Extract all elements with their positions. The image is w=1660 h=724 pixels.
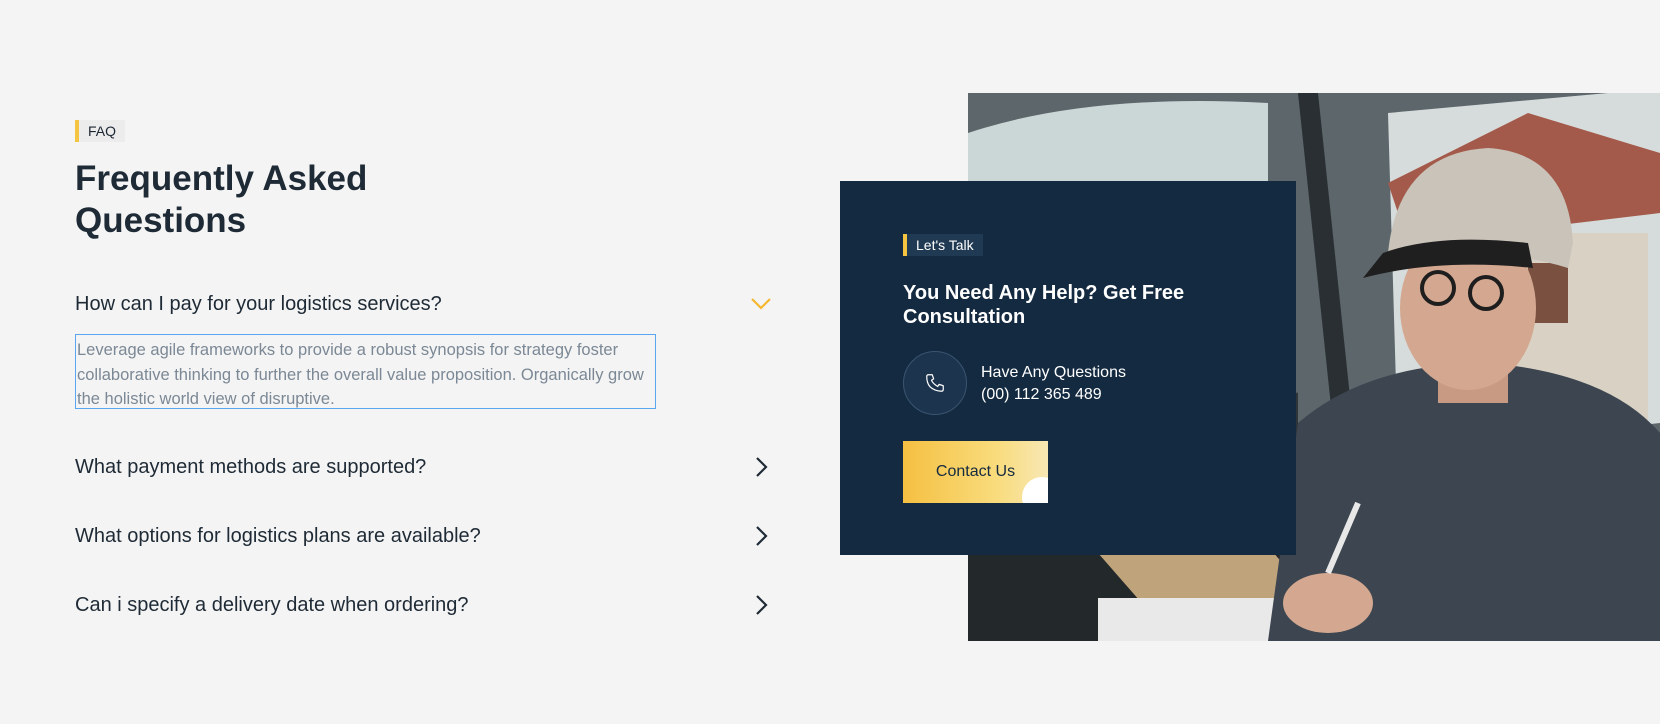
chevron-right-icon[interactable] xyxy=(747,453,775,481)
contact-info: Have Any Questions (00) 112 365 489 xyxy=(981,362,1126,406)
faq-question-2[interactable]: What payment methods are supported? xyxy=(75,453,775,481)
chevron-right-icon[interactable] xyxy=(747,591,775,619)
questions-label: Have Any Questions xyxy=(981,364,1126,381)
tag-accent-bar xyxy=(75,120,79,142)
faq-answer-1[interactable]: Leverage agile frameworks to provide a r… xyxy=(75,334,656,409)
contact-card: Let's Talk You Need Any Help? Get Free C… xyxy=(840,181,1296,555)
faq-question-3[interactable]: What options for logistics plans are ava… xyxy=(75,522,775,550)
faq-tag: FAQ xyxy=(75,120,126,142)
contact-tag-label: Let's Talk xyxy=(916,237,974,253)
faq-question-3-text: What options for logistics plans are ava… xyxy=(75,524,481,547)
contact-tag: Let's Talk xyxy=(903,234,983,256)
phone-icon xyxy=(903,351,967,415)
faq-section: FAQ Frequently Asked Questions How can I… xyxy=(75,0,775,724)
chevron-right-icon[interactable] xyxy=(747,522,775,550)
faq-question-1-text: How can I pay for your logistics service… xyxy=(75,292,442,315)
faq-title: Frequently Asked Questions xyxy=(75,159,368,240)
contact-us-button[interactable]: Contact Us xyxy=(903,441,1048,503)
chevron-down-icon[interactable] xyxy=(747,290,775,318)
tag-accent-bar xyxy=(903,234,907,256)
contact-us-button-label: Contact Us xyxy=(935,463,1016,480)
faq-tag-label: FAQ xyxy=(88,123,117,139)
faq-question-2-text: What payment methods are supported? xyxy=(75,455,427,478)
faq-question-1[interactable]: How can I pay for your logistics service… xyxy=(75,290,775,318)
faq-question-4[interactable]: Can i specify a delivery date when order… xyxy=(75,591,775,619)
faq-question-4-text: Can i specify a delivery date when order… xyxy=(75,593,469,616)
phone-number[interactable]: (00) 112 365 489 xyxy=(981,384,1126,406)
button-corner-decoration xyxy=(1022,477,1048,503)
contact-card-title: You Need Any Help? Get Free Consultation xyxy=(903,282,1185,328)
